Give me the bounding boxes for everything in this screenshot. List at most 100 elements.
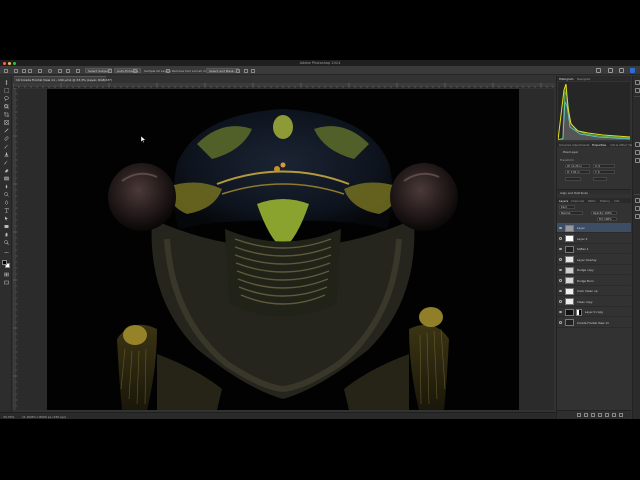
document-canvas-image[interactable] (47, 89, 519, 410)
visibility-eye-icon[interactable] (559, 321, 562, 324)
eraser-tool-icon[interactable] (4, 168, 9, 173)
visibility-eye-icon[interactable] (559, 258, 562, 261)
tab-layers[interactable]: Layers (559, 199, 568, 203)
share-icon[interactable] (619, 68, 624, 73)
link-layers-icon[interactable] (577, 413, 581, 417)
add-mask-icon[interactable] (591, 413, 595, 417)
object-finder-icon[interactable] (76, 68, 80, 73)
layer-row[interactable]: Soften 1 (557, 244, 631, 254)
zoom-tool-icon[interactable] (3, 240, 9, 245)
layer-row[interactable]: Layer (557, 223, 631, 233)
remove-hair-checkbox[interactable] (166, 68, 170, 73)
visibility-eye-icon[interactable] (559, 226, 562, 229)
layer-filter-kind[interactable]: Kind (559, 205, 575, 209)
move-tool-icon[interactable] (4, 80, 9, 85)
layer-thumbnail[interactable] (565, 245, 574, 253)
layer-row[interactable]: Layer Overlay (557, 255, 631, 265)
screen-mode-icon[interactable] (3, 280, 9, 285)
quick-selection-tool-icon[interactable] (14, 68, 18, 73)
more-tools-icon[interactable] (4, 250, 9, 255)
vertical-ruler[interactable] (13, 87, 17, 410)
select-and-mask-button[interactable]: Select and Mask... (206, 68, 240, 73)
dropdown-icon[interactable] (108, 68, 112, 73)
tab-navigator[interactable]: Navigator (577, 77, 591, 81)
tab-adjustments[interactable]: Adjustments (572, 143, 590, 147)
horizontal-ruler[interactable] (12, 83, 555, 88)
layer-row[interactable]: Cicada Frontal View 11 (557, 318, 631, 328)
histogram-icon[interactable] (635, 80, 640, 85)
layer-row[interactable]: Dodge Burn (557, 276, 631, 286)
home-icon[interactable] (4, 68, 8, 73)
tab-paths[interactable]: Paths (588, 199, 596, 203)
visibility-eye-icon[interactable] (559, 247, 562, 250)
layer-thumbnail[interactable] (565, 277, 574, 284)
brush-tool-icon[interactable] (4, 144, 9, 149)
path-selection-tool-icon[interactable] (4, 216, 9, 221)
frame-tool-icon[interactable] (3, 120, 9, 125)
gradient-tool-icon[interactable] (3, 176, 9, 181)
layer-thumbnail[interactable] (565, 287, 574, 295)
rotation-field[interactable] (565, 177, 581, 181)
history-brush-tool-icon[interactable] (3, 160, 9, 165)
auto-enhance-checkbox[interactable] (133, 68, 137, 73)
visibility-eye-icon[interactable] (559, 300, 562, 303)
blur-tool-icon[interactable] (4, 184, 9, 189)
tab-libraries[interactable]: Libraries (559, 143, 571, 147)
refine-icon[interactable] (236, 68, 240, 73)
document-dimensions[interactable]: 11 Width x 8000 px (150 ppi) (22, 415, 66, 419)
quick-mask-icon[interactable] (3, 272, 9, 277)
layer-thumbnail[interactable] (565, 266, 574, 274)
redo-icon[interactable] (244, 68, 248, 73)
tab-channels[interactable]: Channels (571, 199, 584, 203)
tab-history[interactable]: History (600, 199, 610, 203)
canvas-area[interactable] (18, 89, 554, 410)
healing-brush-tool-icon[interactable] (4, 136, 9, 141)
blend-mode-select[interactable]: Normal (559, 211, 583, 215)
layer-row[interactable]: Clean copy (557, 297, 631, 307)
lasso-tool-icon[interactable] (3, 96, 9, 101)
visibility-eye-icon[interactable] (559, 289, 562, 292)
layer-row[interactable]: Dodge copy (557, 265, 631, 275)
eyedropper-tool-icon[interactable] (4, 128, 9, 133)
foreground-color-swatch[interactable] (2, 260, 7, 265)
opacity-field[interactable]: Opacity: 100% (591, 211, 617, 215)
undo-icon[interactable] (251, 68, 255, 73)
y-field[interactable]: Y: 0 (593, 170, 615, 174)
crop-tool-icon[interactable] (3, 112, 9, 117)
layer-thumbnail[interactable] (565, 298, 574, 305)
quick-select-tool-icon[interactable] (3, 104, 9, 109)
new-group-icon[interactable] (605, 413, 609, 417)
paths-icon[interactable] (635, 214, 640, 219)
document-tab[interactable]: 19 Cicada Frontal View 11 - 100 µm1 @ 33… (14, 76, 112, 82)
tab-info-tips[interactable]: Info & Other Tips (610, 143, 634, 147)
tab-info[interactable]: Info (614, 199, 619, 203)
rectangle-tool-icon[interactable] (4, 224, 9, 229)
selection-subtract-icon[interactable] (28, 68, 32, 73)
zoom-level[interactable]: 33.33% (3, 415, 14, 419)
channels-icon[interactable] (635, 206, 640, 211)
layer-thumbnail[interactable] (565, 256, 574, 263)
layer-thumbnail[interactable] (565, 308, 574, 316)
height-field[interactable]: H: 7.81 in (565, 170, 590, 174)
adjustments-icon[interactable] (635, 150, 640, 155)
dodge-tool-icon[interactable] (3, 192, 9, 197)
width-field[interactable]: W: 11.25 in (565, 164, 590, 168)
layer-mask-thumbnail[interactable] (576, 308, 582, 316)
visibility-eye-icon[interactable] (559, 268, 562, 271)
x-field[interactable]: X: 0 (593, 164, 615, 168)
adjustment-layer-icon[interactable] (598, 413, 602, 417)
type-tool-icon[interactable] (4, 208, 9, 213)
align-distribute-header[interactable]: Align and Distribute (557, 189, 631, 195)
tab-histogram[interactable]: Histogram (559, 77, 574, 81)
new-layer-icon[interactable] (612, 413, 616, 417)
properties-icon[interactable] (635, 142, 640, 147)
layer-thumbnail[interactable] (565, 235, 574, 242)
trash-icon[interactable] (619, 413, 623, 417)
layer-thumbnail[interactable] (565, 224, 574, 232)
cloud-share-button[interactable] (630, 68, 635, 73)
pen-tool-icon[interactable] (4, 200, 9, 205)
libraries-icon[interactable] (635, 158, 640, 163)
marquee-tool-icon[interactable] (3, 88, 9, 93)
fill-field[interactable]: Fill: 100% (597, 217, 617, 221)
brush-size-icon[interactable] (38, 68, 42, 73)
